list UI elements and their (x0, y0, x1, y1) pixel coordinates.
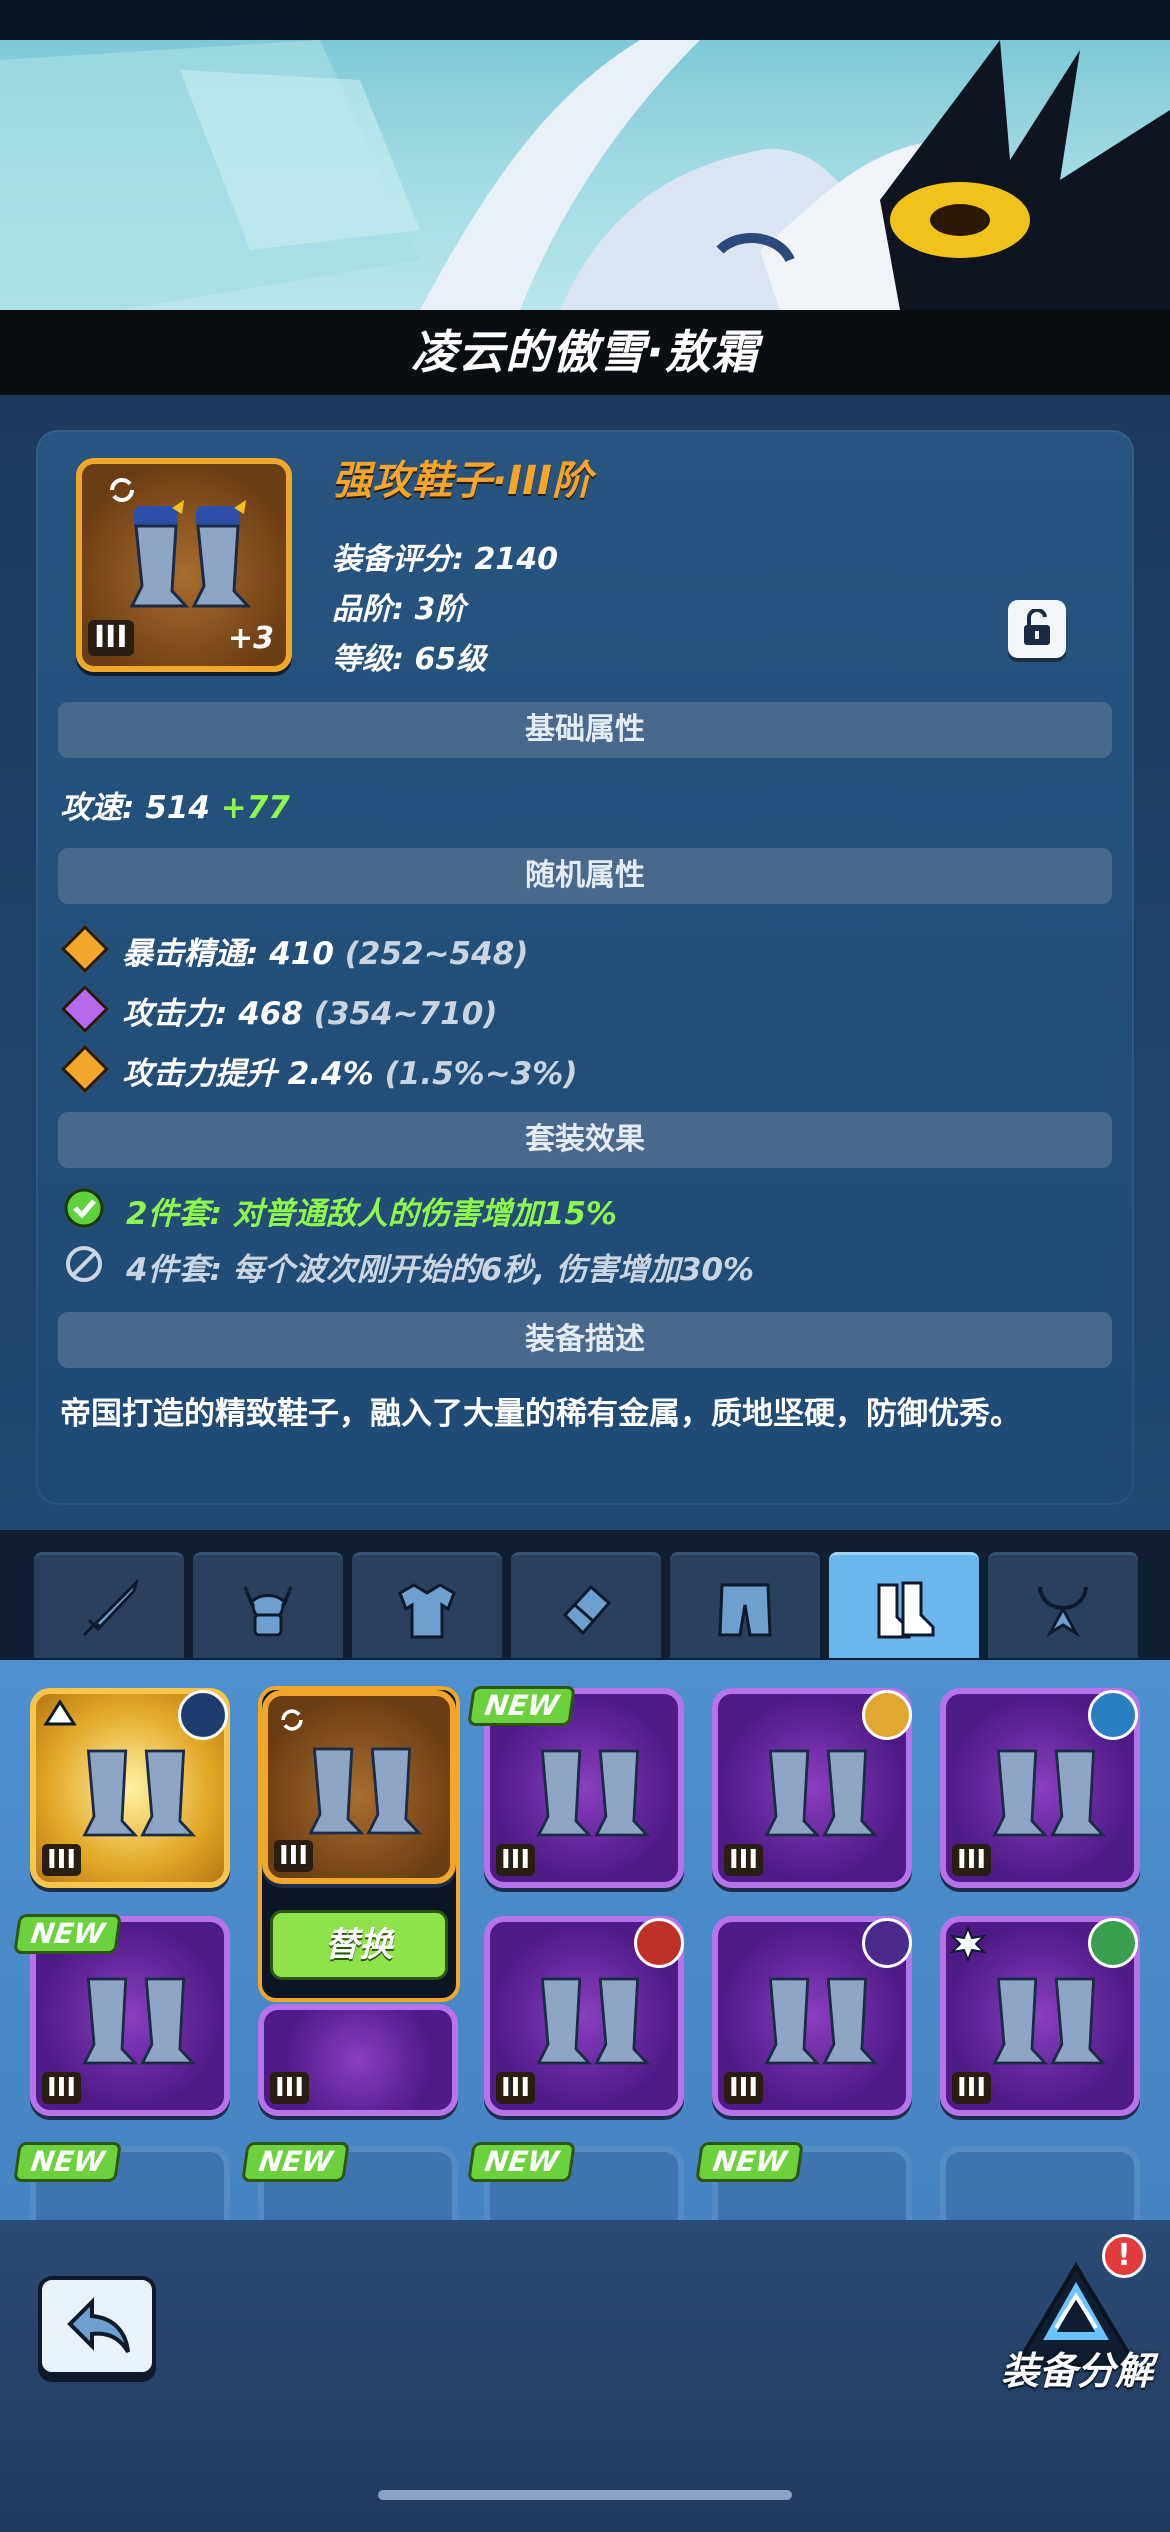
new-tag: NEW (695, 2142, 805, 2182)
new-tag: NEW (467, 2142, 577, 2182)
equipped-marker-icon (43, 1699, 77, 1726)
random-attr-row: 暴击精通: 410 (252~548) (122, 928, 528, 973)
new-tag: NEW (13, 2142, 123, 2182)
inventory-item-selected[interactable]: III (262, 1690, 456, 1884)
tier-badge: III (42, 2072, 82, 2104)
tab-necklace[interactable] (988, 1552, 1138, 1658)
helmet-icon (243, 1586, 293, 1637)
tier-badge: III (724, 2072, 764, 2104)
item-name: 强攻鞋子·III阶 (332, 458, 592, 504)
set-effect-inactive: 4件套: 每个波次刚开始的6秒, 伤害增加30% (126, 1252, 755, 1288)
boots-icon (536, 1749, 651, 1837)
boots-icon (764, 1749, 879, 1837)
new-tag: NEW (13, 1914, 123, 1954)
random-attr-range: (354~710) (313, 996, 498, 1032)
base-attr-bonus: +77 (220, 790, 290, 826)
home-indicator (378, 2490, 792, 2500)
boots-icon (992, 1977, 1107, 2065)
new-tag: NEW (467, 1686, 577, 1726)
tier-badge: III (952, 1844, 992, 1876)
tier-badge: III (724, 1844, 764, 1876)
random-attr-range: (252~548) (344, 936, 529, 972)
necklace-icon (1038, 1586, 1088, 1638)
item-score: 装备评分: 2140 (332, 542, 558, 577)
equipment-icon-tile: III +3 (76, 458, 292, 672)
boots-icon (877, 1581, 935, 1639)
gauntlet-icon (562, 1584, 612, 1636)
hero-title: 凌云的傲雪·敖霜 (411, 325, 759, 379)
pants-icon (718, 1583, 772, 1637)
tier-badge: III (274, 1840, 314, 1872)
boots-icon (82, 1749, 197, 1837)
random-attr-row: 攻击力: 468 (354~710) (122, 988, 497, 1033)
boots-icon (82, 1977, 197, 2065)
boots-icon (536, 1977, 651, 2065)
unlock-icon (1024, 609, 1050, 645)
section-header-set: 套装效果 (58, 1112, 1112, 1168)
salvage-label[interactable]: 装备分解 (984, 2340, 1170, 2395)
replace-button[interactable]: 替换 (270, 1910, 448, 1980)
inventory-item[interactable]: III (258, 2004, 458, 2116)
tab-gauntlet[interactable] (511, 1552, 661, 1658)
boots-icon (308, 1747, 423, 1835)
hero-avatar (178, 1690, 228, 1740)
section-header-random: 随机属性 (58, 848, 1112, 904)
tier-badge: III (496, 1844, 536, 1876)
new-tag: NEW (241, 2142, 351, 2182)
boots-icon (764, 1977, 879, 2065)
armor-icon (398, 1583, 456, 1639)
sword-icon (82, 1578, 139, 1637)
hero-art (0, 40, 1170, 310)
tier-badge: III (88, 620, 134, 656)
section-header-base: 基础属性 (58, 702, 1112, 758)
tier-badge: III (952, 2072, 992, 2104)
tab-weapon[interactable] (34, 1552, 184, 1658)
section-header-desc: 装备描述 (58, 1312, 1112, 1368)
random-attr-row: 攻击力提升 2.4% (1.5%~3%) (122, 1048, 578, 1093)
back-button[interactable] (38, 2276, 156, 2376)
hero-avatar (862, 1690, 912, 1740)
hero-avatar (634, 1918, 684, 1968)
back-arrow-icon (67, 2297, 130, 2354)
random-attr-label: 攻击力提升 2.4% (122, 1056, 374, 1092)
hero-avatar (1088, 1690, 1138, 1740)
random-attr-label: 攻击力: 468 (122, 996, 303, 1032)
enhance-level: +3 (227, 621, 274, 656)
hero-avatar (1088, 1918, 1138, 1968)
boots-icon (129, 500, 252, 608)
boots-icon (992, 1749, 1107, 1837)
tab-helmet[interactable] (193, 1552, 343, 1658)
burst-icon (950, 1926, 986, 1962)
tab-armor[interactable] (352, 1552, 502, 1658)
inventory-item[interactable] (940, 2146, 1140, 2220)
hero-banner (0, 0, 1170, 310)
tab-pants[interactable] (670, 1552, 820, 1658)
set-effect-active: 2件套: 对普通敌人的伤害增加15% (126, 1196, 617, 1232)
base-attr-row: 攻速: 514 +77 (60, 782, 290, 827)
tier-badge: III (42, 1844, 82, 1876)
item-level: 等级: 65级 (332, 642, 487, 677)
item-grade: 品阶: 3阶 (332, 592, 466, 627)
base-attr-label: 攻速: 514 (60, 790, 210, 826)
tab-boots[interactable] (829, 1552, 979, 1658)
item-description: 帝国打造的精致鞋子，融入了大量的稀有金属，质地坚硬，防御优秀。 (60, 1396, 1021, 1432)
lock-toggle-button[interactable] (1008, 600, 1066, 658)
random-attr-label: 暴击精通: 410 (122, 936, 334, 972)
random-attr-range: (1.5%~3%) (384, 1056, 578, 1092)
tier-badge: III (270, 2072, 310, 2104)
tier-badge: III (496, 2072, 536, 2104)
salvage-alert-badge: ! (1102, 2234, 1146, 2278)
disabled-circle-icon (66, 1246, 102, 1282)
hero-avatar (862, 1918, 912, 1968)
check-circle-icon (64, 1188, 104, 1228)
